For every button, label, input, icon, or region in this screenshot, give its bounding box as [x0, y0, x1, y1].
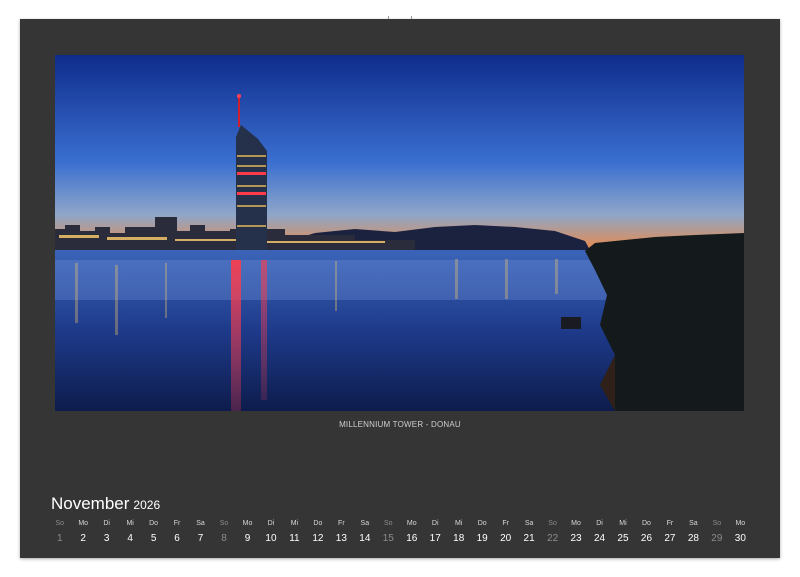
day-cell: Mi 25: [611, 519, 634, 553]
weekday-label: Mo: [735, 520, 746, 527]
day-number: 23: [570, 533, 582, 544]
day-cell: Mo 2: [71, 519, 94, 553]
weekday-label: Sa: [524, 520, 534, 527]
weekday-label: Mi: [126, 520, 134, 527]
day-number: 19: [476, 533, 488, 544]
weekday-label: Do: [477, 520, 487, 527]
year-label: 2026: [133, 498, 161, 512]
day-number: 17: [429, 533, 441, 544]
day-cell: Mi 11: [283, 519, 306, 553]
day-number: 11: [289, 533, 300, 544]
day-cell: Mi 18: [447, 519, 470, 553]
weekday-label: So: [548, 520, 557, 527]
day-grid: So 1 Mo 2 Di 3 Mi 4 Do 5 Fr 6 Sa 7 So 8 Mo 9 Di 10 Mi 11 Do 12 F…: [48, 519, 752, 553]
weekday-label: Sa: [196, 520, 205, 527]
day-cell: Do 26: [635, 519, 658, 553]
calendar-sheet: MILLENNIUM TOWER - DONAU November 2026 So…: [20, 19, 780, 558]
photo-caption: MILLENNIUM TOWER - DONAU: [339, 420, 461, 429]
weekday-label: Di: [267, 520, 275, 527]
month-heading: November 2026: [51, 494, 160, 514]
day-number: 29: [711, 533, 723, 544]
day-cell: Di 17: [424, 519, 447, 553]
day-cell: Sa 28: [682, 519, 705, 553]
day-number: 21: [523, 533, 535, 544]
weekday-label: Do: [149, 520, 159, 527]
weekday-label: Fr: [666, 520, 674, 527]
weekday-label: Mi: [619, 520, 627, 527]
day-number: 5: [150, 533, 157, 544]
day-number: 4: [127, 533, 133, 544]
day-cell: Di 3: [95, 519, 118, 553]
day-number: 9: [244, 533, 251, 544]
day-cell: Sa 21: [517, 519, 540, 553]
day-number: 16: [406, 533, 418, 544]
day-cell: So 15: [377, 519, 400, 553]
day-cell: Mi 4: [118, 519, 141, 553]
photo-millennium-tower: [55, 55, 744, 411]
day-number: 25: [617, 533, 629, 544]
day-cell: Mo 9: [236, 519, 259, 553]
day-cell: Sa 7: [189, 519, 212, 553]
day-cell: Fr 20: [494, 519, 517, 553]
weekday-label: Mi: [455, 520, 463, 527]
day-cell: Do 19: [470, 519, 493, 553]
day-cell: So 1: [48, 519, 71, 553]
day-number: 8: [221, 533, 227, 544]
day-cell: Fr 6: [165, 519, 188, 553]
day-number: 12: [312, 533, 324, 544]
day-number: 13: [335, 533, 347, 544]
day-cell: Fr 13: [330, 519, 353, 553]
weekday-label: Di: [431, 520, 439, 527]
day-number: 6: [174, 533, 180, 544]
day-number: 27: [664, 533, 676, 544]
day-number: 3: [103, 533, 110, 544]
day-cell: Di 10: [259, 519, 282, 553]
day-cell: So 8: [212, 519, 235, 553]
weekday-label: So: [55, 520, 65, 527]
weekday-label: Sa: [360, 520, 370, 527]
weekday-label: Do: [313, 520, 323, 527]
day-number: 1: [56, 533, 63, 544]
day-cell: So 22: [541, 519, 564, 553]
weekday-label: Mo: [78, 520, 89, 527]
weekday-label: Fr: [173, 520, 181, 527]
day-number: 20: [500, 533, 512, 544]
weekday-label: Di: [596, 520, 603, 527]
weekday-label: Mi: [290, 520, 299, 527]
day-number: 2: [80, 533, 86, 544]
weekday-label: Sa: [689, 520, 698, 527]
day-cell: Sa 14: [353, 519, 376, 553]
day-number: 10: [265, 533, 277, 544]
day-number: 24: [593, 533, 606, 544]
weekday-label: Fr: [338, 520, 345, 527]
day-cell: Mo 30: [729, 519, 752, 553]
weekday-label: Mo: [406, 520, 417, 527]
weekday-label: So: [384, 520, 393, 527]
day-cell: Do 5: [142, 519, 165, 553]
day-number: 15: [382, 533, 394, 544]
weekday-label: Mo: [571, 520, 581, 527]
day-cell: Fr 27: [658, 519, 681, 553]
weekday-label: So: [219, 520, 229, 527]
day-cell: Mo 23: [564, 519, 587, 553]
day-cell: Di 24: [588, 519, 611, 553]
month-name: November: [51, 494, 130, 513]
day-cell: Do 12: [306, 519, 329, 553]
weekday-label: Fr: [502, 520, 509, 527]
weekday-label: Mo: [242, 520, 253, 527]
day-number: 28: [687, 533, 699, 544]
day-number: 18: [453, 533, 465, 544]
day-number: 7: [197, 533, 204, 544]
day-cell: Mo 16: [400, 519, 423, 553]
day-number: 22: [547, 533, 559, 544]
day-number: 26: [640, 533, 653, 544]
weekday-label: So: [712, 520, 722, 527]
weekday-label: Do: [641, 520, 651, 527]
day-number: 30: [734, 533, 746, 544]
day-number: 14: [359, 533, 371, 544]
weekday-label: Di: [103, 520, 110, 527]
day-cell: So 29: [705, 519, 728, 553]
